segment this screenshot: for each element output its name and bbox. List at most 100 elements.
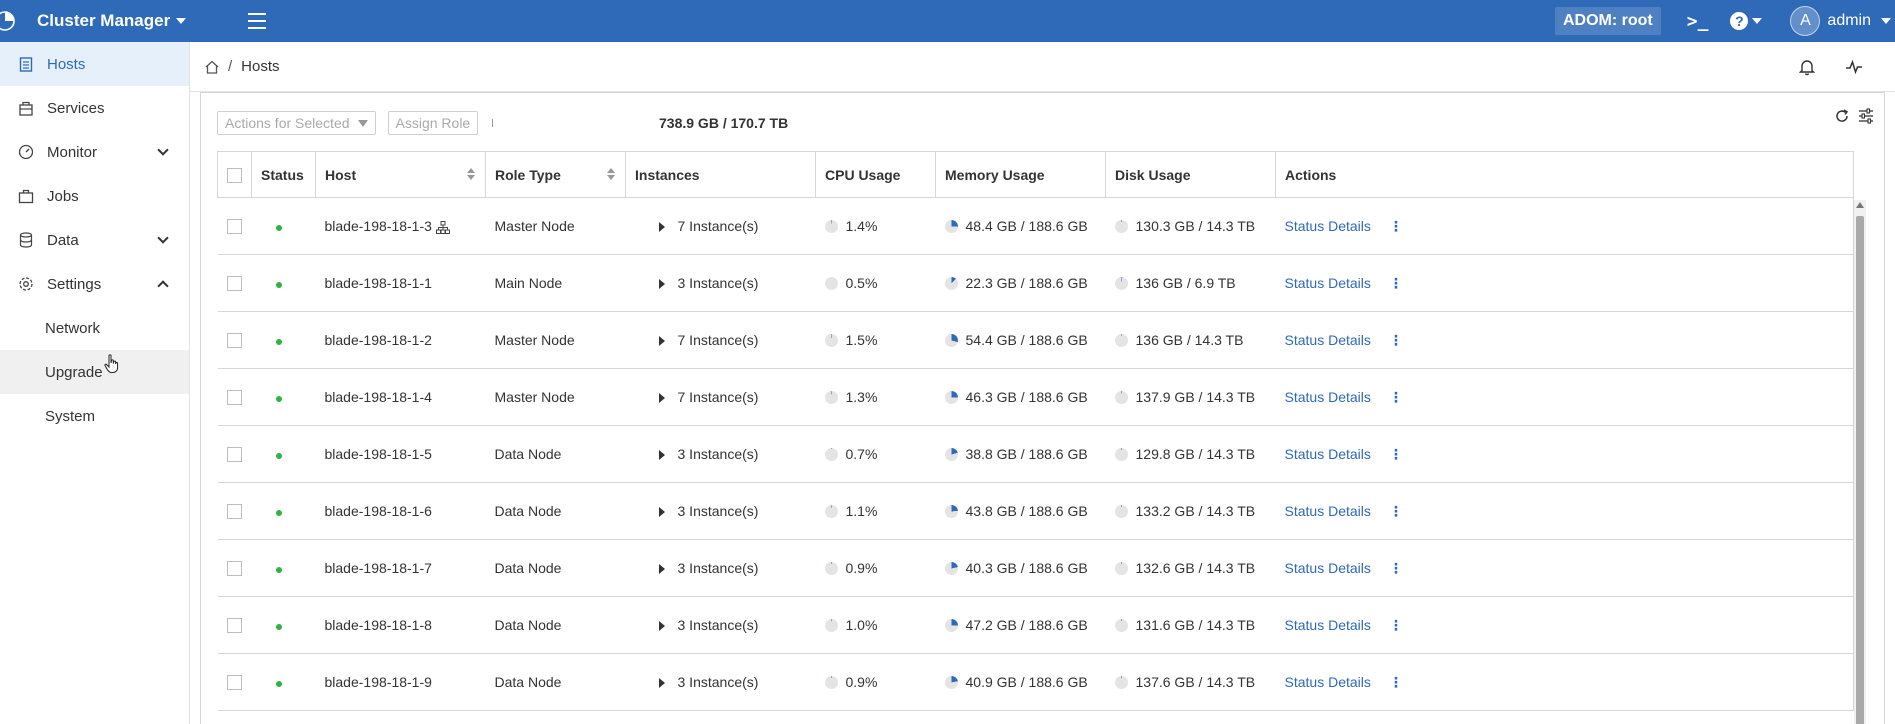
more-actions-icon[interactable]: ⋮	[1389, 275, 1403, 292]
menu-toggle-icon[interactable]	[248, 13, 266, 29]
expand-caret-icon[interactable]	[658, 279, 665, 290]
disk-usage-pie-icon	[1114, 333, 1128, 347]
row-checkbox[interactable]	[227, 333, 242, 349]
expand-caret-icon[interactable]	[658, 393, 665, 404]
instances-cell[interactable]: 3 Instance(s)	[625, 539, 816, 597]
table-row[interactable]: blade-198-18-1-5 Data Node 3 Instance(s) 0.…	[217, 425, 1854, 483]
help-icon: ?	[1730, 12, 1749, 30]
caret-down-icon[interactable]	[1881, 18, 1891, 24]
column-header-host[interactable]: Host	[315, 151, 486, 198]
status-details-link[interactable]: Status Details	[1285, 275, 1371, 291]
cpu-usage-pie-icon	[824, 504, 838, 518]
table-row[interactable]: blade-198-18-1-4 Master Node 7 Instance(s)…	[217, 368, 1854, 426]
adom-selector[interactable]: ADOM: root	[1554, 7, 1661, 35]
expand-caret-icon[interactable]	[658, 678, 665, 689]
scrollbar-thumb[interactable]	[1856, 216, 1864, 724]
expand-caret-icon[interactable]	[658, 222, 665, 233]
table-row[interactable]: blade-198-18-1-1 Main Node 3 Instance(s) 0.…	[217, 254, 1854, 312]
disk-usage-value: 136 GB / 6.9 TB	[1135, 275, 1236, 291]
more-actions-icon[interactable]: ⋮	[1389, 332, 1403, 349]
table-row[interactable]: blade-198-18-1-6 Data Node 3 Instance(s) 1.…	[217, 482, 1854, 540]
expand-caret-icon[interactable]	[658, 450, 665, 461]
sidebar-item-upgrade[interactable]: Upgrade	[0, 350, 189, 394]
user-menu[interactable]: admin	[1827, 12, 1871, 30]
host-name: blade-198-18-1-6	[324, 503, 432, 519]
more-actions-icon[interactable]: ⋮	[1389, 389, 1403, 406]
bell-icon[interactable]	[1799, 58, 1815, 76]
expand-caret-icon[interactable]	[658, 507, 665, 518]
disk-usage-value: 133.2 GB / 14.3 TB	[1135, 503, 1256, 519]
instances-cell[interactable]: 3 Instance(s)	[625, 482, 816, 540]
row-checkbox[interactable]	[227, 447, 242, 463]
sidebar-item-settings[interactable]: Settings	[0, 262, 189, 306]
instances-cell[interactable]: 7 Instance(s)	[625, 311, 816, 369]
table-row[interactable]: blade-198-18-1-2 Master Node 7 Instance(s)…	[217, 311, 1854, 369]
assign-role-button[interactable]: Assign Role	[387, 111, 479, 135]
activity-icon[interactable]	[1845, 58, 1863, 76]
status-details-link[interactable]: Status Details	[1285, 446, 1371, 462]
column-settings-icon[interactable]	[1858, 108, 1874, 124]
sidebar-item-system[interactable]: System	[0, 394, 189, 438]
status-details-link[interactable]: Status Details	[1285, 389, 1371, 405]
memory-usage-pie-icon	[944, 504, 958, 518]
instances-cell[interactable]: 7 Instance(s)	[625, 368, 816, 426]
expand-caret-icon[interactable]	[658, 621, 665, 632]
expand-caret-icon[interactable]	[658, 336, 665, 347]
row-checkbox[interactable]	[227, 390, 242, 406]
row-checkbox[interactable]	[227, 219, 242, 235]
table-row[interactable]: blade-198-18-1-9 Data Node 3 Instance(s) 0.…	[217, 653, 1854, 711]
table-row[interactable]: blade-198-18-1-3 Master Node 7 Instance(s)…	[217, 197, 1854, 255]
row-checkbox[interactable]	[227, 561, 242, 577]
select-all-checkbox[interactable]	[227, 167, 242, 183]
sort-icon[interactable]	[467, 168, 475, 182]
avatar[interactable]: A	[1790, 6, 1821, 36]
home-icon[interactable]	[204, 59, 220, 75]
sidebar-item-network[interactable]: Network	[0, 306, 189, 350]
host-name: blade-198-18-1-4	[324, 389, 432, 405]
more-actions-icon[interactable]: ⋮	[1389, 218, 1403, 235]
table-row[interactable]: blade-198-18-1-7 Data Node 3 Instance(s) 0.…	[217, 539, 1854, 597]
app-switcher[interactable]: Cluster Manager	[37, 11, 187, 31]
instances-cell[interactable]: 3 Instance(s)	[625, 653, 816, 711]
disk-usage-value: 136 GB / 14.3 TB	[1135, 332, 1244, 348]
more-actions-icon[interactable]: ⋮	[1389, 503, 1403, 520]
scroll-up-arrow-icon[interactable]	[1856, 202, 1864, 208]
status-details-link[interactable]: Status Details	[1285, 617, 1371, 633]
disk-usage-pie-icon	[1114, 219, 1128, 233]
status-ok-icon	[275, 282, 282, 288]
help-menu[interactable]: ?	[1730, 12, 1763, 30]
more-actions-icon[interactable]: ⋮	[1389, 617, 1403, 634]
status-details-link[interactable]: Status Details	[1285, 218, 1371, 234]
column-header-role-type[interactable]: Role Type	[485, 151, 626, 198]
table-scrollbar[interactable]	[1854, 200, 1866, 724]
sidebar-item-hosts[interactable]: Hosts	[0, 42, 189, 86]
sidebar-item-services[interactable]: Services	[0, 86, 189, 130]
expand-caret-icon[interactable]	[658, 564, 665, 575]
sidebar-item-data[interactable]: Data	[0, 218, 189, 262]
status-details-link[interactable]: Status Details	[1285, 674, 1371, 690]
sidebar-item-label: Network	[45, 319, 101, 337]
actions-for-selected-dropdown[interactable]: Actions for Selected	[217, 111, 376, 135]
chevron-down-icon	[157, 232, 169, 244]
row-checkbox[interactable]	[227, 276, 242, 292]
sort-icon[interactable]	[607, 168, 615, 182]
sidebar: Hosts Services Monitor Jobs Data Setting…	[0, 42, 190, 724]
more-actions-icon[interactable]: ⋮	[1389, 674, 1403, 691]
status-details-link[interactable]: Status Details	[1285, 332, 1371, 348]
status-details-link[interactable]: Status Details	[1285, 560, 1371, 576]
sidebar-item-jobs[interactable]: Jobs	[0, 174, 189, 218]
row-checkbox[interactable]	[227, 675, 242, 691]
more-actions-icon[interactable]: ⋮	[1389, 446, 1403, 463]
instances-cell[interactable]: 3 Instance(s)	[625, 596, 816, 654]
status-details-link[interactable]: Status Details	[1285, 503, 1371, 519]
terminal-icon[interactable]: >_	[1687, 11, 1709, 32]
row-checkbox[interactable]	[227, 618, 242, 634]
instances-cell[interactable]: 3 Instance(s)	[625, 425, 816, 483]
row-checkbox[interactable]	[227, 504, 242, 520]
instances-cell[interactable]: 3 Instance(s)	[625, 254, 816, 312]
table-row[interactable]: blade-198-18-1-8 Data Node 3 Instance(s) 1.…	[217, 596, 1854, 654]
instances-cell[interactable]: 7 Instance(s)	[625, 197, 816, 255]
refresh-icon[interactable]	[1834, 108, 1850, 124]
sidebar-item-monitor[interactable]: Monitor	[0, 130, 189, 174]
more-actions-icon[interactable]: ⋮	[1389, 560, 1403, 577]
